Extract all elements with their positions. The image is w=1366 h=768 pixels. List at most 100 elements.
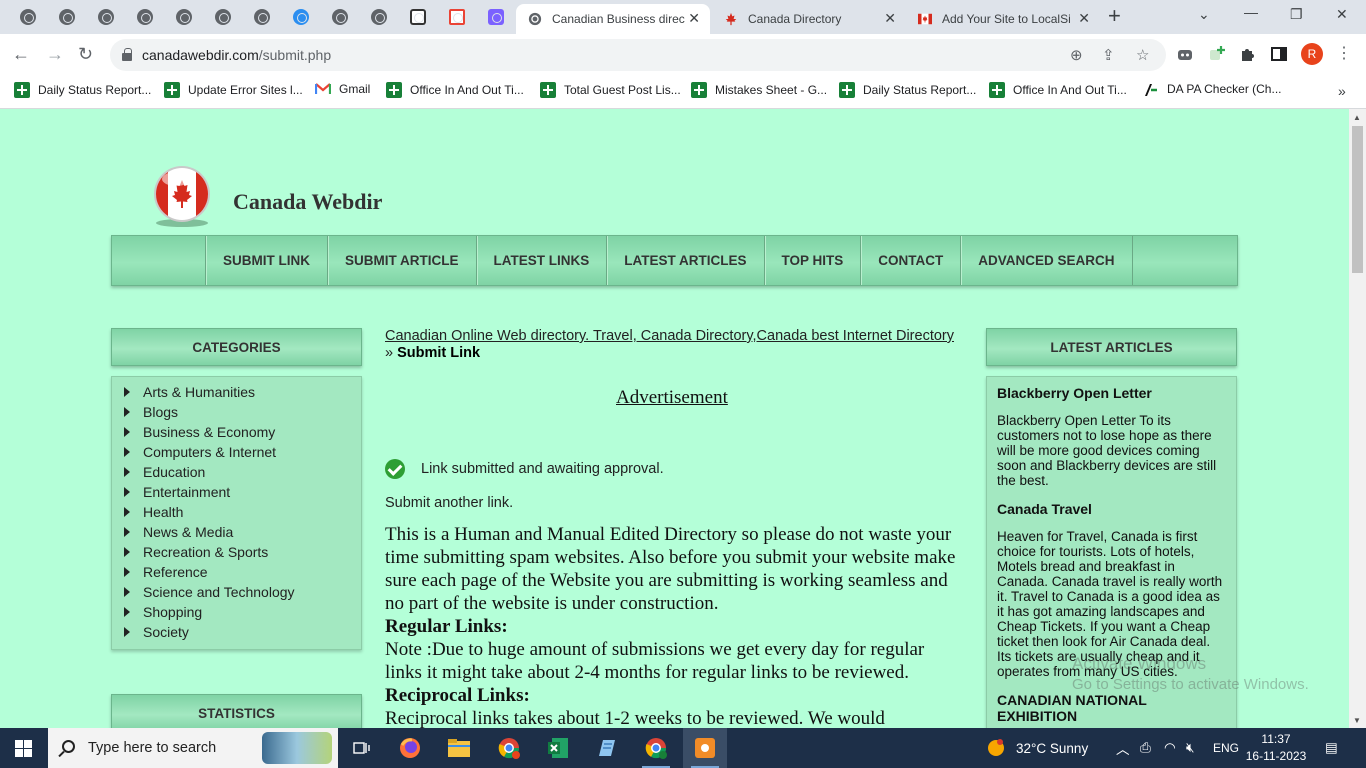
bookmark-item[interactable]: Daily Status Report...: [14, 82, 151, 98]
extension-bot-icon[interactable]: [1176, 45, 1194, 63]
chevron-right-icon[interactable]: »: [1338, 83, 1346, 99]
category-label[interactable]: Health: [143, 504, 183, 520]
page-scrollbar[interactable]: ▲ ▼: [1349, 109, 1366, 728]
category-item[interactable]: Health: [124, 502, 361, 522]
minimize-button[interactable]: —: [1244, 4, 1258, 20]
bookmark-star-icon[interactable]: ☆: [1136, 46, 1149, 64]
notepad-icon[interactable]: [585, 728, 629, 768]
close-tab-icon[interactable]: ✕: [1078, 10, 1090, 27]
category-label[interactable]: Blogs: [143, 404, 178, 420]
nav-advanced-search[interactable]: ADVANCED SEARCH: [960, 236, 1133, 285]
excel-icon[interactable]: [536, 728, 580, 768]
extension-add-icon[interactable]: [1208, 45, 1226, 63]
pinned-tab[interactable]: [325, 5, 355, 29]
bookmark-item[interactable]: Daily Status Report...: [839, 82, 976, 98]
breadcrumb-home-link[interactable]: Canadian Online Web directory. Travel, C…: [385, 328, 954, 344]
address-bar[interactable]: canadawebdir.com/submit.php ⊕ ⇪ ☆: [110, 39, 1166, 71]
wifi-icon[interactable]: ◠: [1164, 728, 1176, 768]
category-item[interactable]: Recreation & Sports: [124, 542, 361, 562]
bookmark-item[interactable]: Gmail: [314, 82, 370, 96]
scroll-down-icon[interactable]: ▼: [1353, 716, 1361, 725]
category-item[interactable]: Computers & Internet: [124, 442, 361, 462]
firefox-icon[interactable]: [388, 728, 432, 768]
category-label[interactable]: Recreation & Sports: [143, 544, 268, 560]
notification-icon[interactable]: ▤: [1325, 728, 1338, 768]
file-explorer-icon[interactable]: [437, 728, 481, 768]
category-label[interactable]: News & Media: [143, 524, 233, 540]
puzzle-icon[interactable]: [1239, 45, 1257, 63]
category-label[interactable]: Business & Economy: [143, 424, 275, 440]
profile-avatar[interactable]: R: [1301, 43, 1323, 65]
category-item[interactable]: Blogs: [124, 402, 361, 422]
pinned-tab[interactable]: [52, 5, 82, 29]
chrome-icon[interactable]: [634, 728, 678, 768]
lock-icon[interactable]: [122, 48, 132, 61]
meet-now-icon[interactable]: ⎙: [1140, 728, 1151, 768]
canada-logo[interactable]: [152, 165, 212, 229]
pinned-tab[interactable]: [286, 5, 316, 29]
nav-submit-link[interactable]: SUBMIT LINK: [205, 236, 327, 285]
bookmark-item[interactable]: DA PA Checker (Ch...: [1143, 82, 1282, 96]
task-view-icon[interactable]: [340, 728, 384, 768]
menu-icon[interactable]: ⋮: [1336, 43, 1352, 63]
article-title[interactable]: CANADIAN NATIONAL EXHIBITION: [997, 692, 1226, 724]
chevron-up-icon[interactable]: ︿: [1116, 728, 1130, 768]
category-label[interactable]: Entertainment: [143, 484, 230, 500]
article-title[interactable]: Canada Travel: [997, 501, 1226, 517]
share-icon[interactable]: ⇪: [1102, 46, 1115, 64]
pinned-tab[interactable]: [91, 5, 121, 29]
bookmark-item[interactable]: Total Guest Post Lis...: [540, 82, 681, 98]
tab-canada-directory[interactable]: Canada Directory ✕: [712, 4, 906, 34]
category-label[interactable]: Arts & Humanities: [143, 384, 255, 400]
scroll-up-icon[interactable]: ▲: [1353, 113, 1361, 122]
close-tab-icon[interactable]: ✕: [884, 10, 896, 27]
pinned-tab[interactable]: [442, 5, 472, 29]
site-title[interactable]: Canada Webdir: [233, 189, 382, 215]
category-label[interactable]: Reference: [143, 564, 208, 580]
pinned-tab[interactable]: [169, 5, 199, 29]
pinned-tab[interactable]: [13, 5, 43, 29]
zoom-icon[interactable]: ⊕: [1070, 46, 1083, 64]
category-label[interactable]: Shopping: [143, 604, 202, 620]
restore-button[interactable]: ❐: [1290, 6, 1303, 23]
submit-another-link[interactable]: Submit another link.: [385, 495, 513, 511]
reload-button[interactable]: ↻: [78, 44, 93, 64]
category-item[interactable]: Shopping: [124, 602, 361, 622]
category-item[interactable]: Business & Economy: [124, 422, 361, 442]
url-text[interactable]: canadawebdir.com/submit.php: [142, 47, 331, 63]
close-window-button[interactable]: ✕: [1336, 6, 1348, 23]
category-label[interactable]: Computers & Internet: [143, 444, 276, 460]
windows-start-icon[interactable]: [15, 740, 32, 757]
tab-search-icon[interactable]: ⌄: [1198, 6, 1210, 23]
recorder-app-icon[interactable]: [683, 728, 727, 768]
category-item[interactable]: News & Media: [124, 522, 361, 542]
category-item[interactable]: Science and Technology: [124, 582, 361, 602]
bookmark-item[interactable]: Mistakes Sheet - G...: [691, 82, 827, 98]
category-item[interactable]: Entertainment: [124, 482, 361, 502]
category-label[interactable]: Science and Technology: [143, 584, 295, 600]
system-clock[interactable]: 11:37 16-11-2023: [1244, 731, 1308, 765]
language-indicator[interactable]: ENG: [1213, 728, 1239, 768]
pinned-tab[interactable]: [481, 5, 511, 29]
bookmark-item[interactable]: Office In And Out Ti...: [989, 82, 1127, 98]
bookmark-item[interactable]: Office In And Out Ti...: [386, 82, 524, 98]
new-tab-button[interactable]: +: [1108, 5, 1121, 27]
category-item[interactable]: Arts & Humanities: [124, 382, 361, 402]
scrollbar-thumb[interactable]: [1352, 126, 1363, 273]
nav-top-hits[interactable]: TOP HITS: [763, 236, 861, 285]
close-tab-icon[interactable]: ✕: [688, 10, 700, 27]
category-item[interactable]: Reference: [124, 562, 361, 582]
pinned-tab[interactable]: [130, 5, 160, 29]
category-label[interactable]: Society: [143, 624, 189, 640]
nav-latest-links[interactable]: LATEST LINKS: [475, 236, 607, 285]
tab-canadian-business[interactable]: Canadian Business direc ✕: [516, 4, 710, 34]
forward-button[interactable]: →: [46, 44, 64, 64]
weather-widget[interactable]: 32°C Sunny: [986, 728, 1088, 768]
pinned-tab[interactable]: [247, 5, 277, 29]
chrome-profile-icon[interactable]: [487, 728, 531, 768]
nav-contact[interactable]: CONTACT: [860, 236, 960, 285]
volume-muted-icon[interactable]: 🔇︎: [1186, 728, 1195, 768]
pinned-tab[interactable]: [403, 5, 433, 29]
nav-submit-article[interactable]: SUBMIT ARTICLE: [327, 236, 476, 285]
pinned-tab[interactable]: [364, 5, 394, 29]
